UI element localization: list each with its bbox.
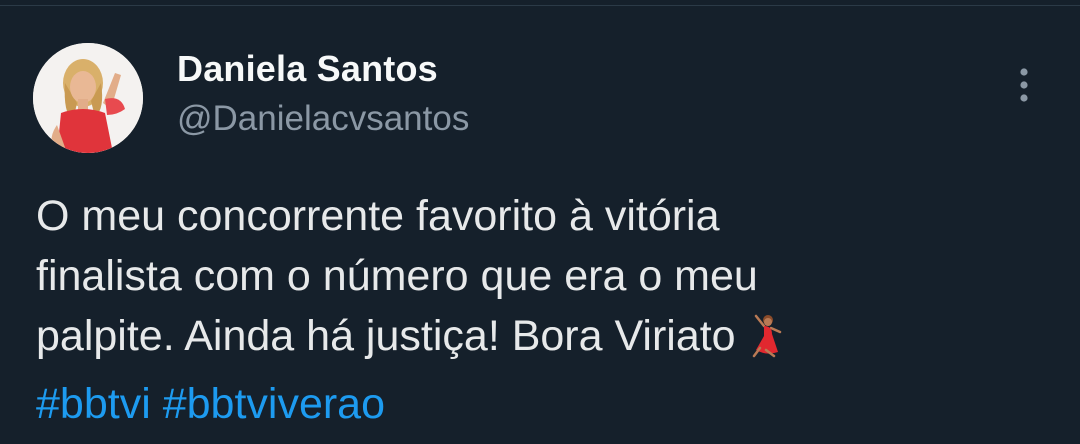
tweet-text-line: finalista com o número que era o meu <box>36 252 758 300</box>
hashtag-link[interactable]: #bbtviverao <box>163 380 385 428</box>
more-vertical-icon <box>1020 68 1028 102</box>
more-options-button[interactable] <box>1008 62 1040 108</box>
tweet-text-line-last: palpite. Ainda há justiça! Bora Viriato <box>36 306 1046 374</box>
tweet-text-line-content: palpite. Ainda há justiça! Bora Viriato <box>36 312 736 360</box>
divider <box>0 0 1080 6</box>
hashtag-link[interactable]: #bbtvi <box>36 380 151 428</box>
tweet-card: Daniela Santos @Danielacvsantos O meu co… <box>0 0 1080 444</box>
hashtag-list: #bbtvi #bbtviverao <box>36 374 1046 434</box>
tweet-text-line: O meu concorrente favorito à vitória <box>36 192 720 240</box>
tweet-text: O meu concorrente favorito à vitória fin… <box>36 186 1046 434</box>
dancer-emoji-icon <box>744 312 790 374</box>
avatar[interactable] <box>33 43 143 153</box>
author-handle[interactable]: @Danielacvsantos <box>177 99 469 139</box>
author-display-name[interactable]: Daniela Santos <box>177 48 438 90</box>
avatar-photo <box>33 43 143 153</box>
